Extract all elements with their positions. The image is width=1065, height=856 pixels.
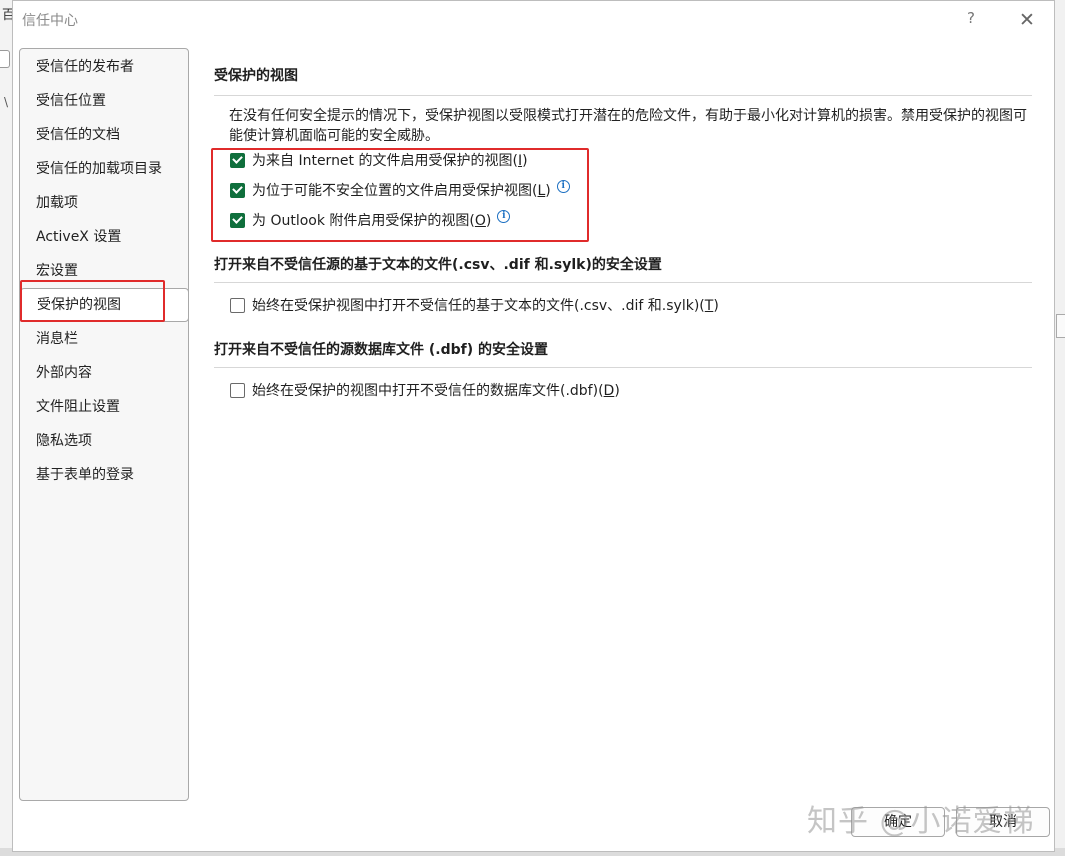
background-dropdown-stub	[0, 50, 10, 68]
sidebar-item-protected-view[interactable]: 受保护的视图	[20, 288, 189, 322]
sidebar: 受信任的发布者 受信任位置 受信任的文档 受信任的加载项目录 加载项 Activ…	[19, 48, 189, 801]
section-title-protected-view: 受保护的视图	[214, 68, 298, 84]
sidebar-item-macro-settings[interactable]: 宏设置	[20, 256, 189, 286]
background-scroll-stub	[1056, 314, 1065, 338]
sidebar-item-trusted-locations[interactable]: 受信任位置	[20, 86, 189, 116]
trust-center-dialog: 信任中心 ? ✕ 受信任的发布者 受信任位置 受信任的文档 受信任的加载项目录 …	[12, 0, 1055, 852]
dialog-title: 信任中心	[22, 13, 78, 29]
sidebar-item-file-block[interactable]: 文件阻止设置	[20, 392, 189, 422]
option-label: 始终在受保护的视图中打开不受信任的数据库文件(.dbf)(D)	[252, 383, 620, 399]
checkbox-outlook-attachments[interactable]	[230, 212, 245, 228]
section-divider	[214, 282, 1032, 283]
option-unsafe-locations[interactable]: 为位于可能不安全位置的文件启用受保护视图(L) i	[230, 179, 570, 201]
sidebar-item-activex[interactable]: ActiveX 设置	[20, 222, 189, 252]
help-button[interactable]: ?	[961, 9, 981, 31]
checkbox-dbf-files[interactable]	[230, 382, 245, 398]
background-app-tick: \	[4, 95, 9, 109]
sidebar-item-form-login[interactable]: 基于表单的登录	[20, 460, 189, 490]
option-dbf-files-protected[interactable]: 始终在受保护的视图中打开不受信任的数据库文件(.dbf)(D)	[230, 379, 620, 401]
checkbox-unsafe-locations[interactable]	[230, 182, 245, 198]
sidebar-item-trusted-addin-catalogs[interactable]: 受信任的加载项目录	[20, 154, 189, 184]
sidebar-item-message-bar[interactable]: 消息栏	[20, 324, 189, 354]
ok-button[interactable]: 确定	[851, 807, 945, 837]
option-internet-files[interactable]: 为来自 Internet 的文件启用受保护的视图(I)	[230, 149, 528, 171]
option-label: 始终在受保护视图中打开不受信任的基于文本的文件(.csv、.dif 和.sylk…	[252, 298, 719, 314]
sidebar-item-trusted-publishers[interactable]: 受信任的发布者	[20, 52, 189, 82]
option-label: 为来自 Internet 的文件启用受保护的视图(I)	[252, 153, 528, 169]
option-label: 为 Outlook 附件启用受保护的视图(O)	[252, 213, 492, 229]
section-title-text-files: 打开来自不受信任源的基于文本的文件(.csv、.dif 和.sylk)的安全设置	[214, 257, 662, 273]
option-text-files-protected[interactable]: 始终在受保护视图中打开不受信任的基于文本的文件(.csv、.dif 和.sylk…	[230, 294, 719, 316]
info-icon[interactable]: i	[497, 209, 511, 223]
protected-view-description: 在没有任何安全提示的情况下，受保护视图以受限模式打开潜在的危险文件，有助于最小化…	[229, 108, 1027, 144]
option-outlook-attachments[interactable]: 为 Outlook 附件启用受保护的视图(O) i	[230, 209, 511, 231]
sidebar-item-privacy[interactable]: 隐私选项	[20, 426, 189, 456]
section-divider	[214, 95, 1032, 96]
sidebar-item-external-content[interactable]: 外部内容	[20, 358, 189, 388]
checkbox-internet-files[interactable]	[230, 152, 245, 168]
option-label: 为位于可能不安全位置的文件启用受保护视图(L)	[252, 183, 551, 199]
close-button[interactable]: ✕	[1014, 9, 1040, 33]
sidebar-item-addins[interactable]: 加载项	[20, 188, 189, 218]
sidebar-item-trusted-documents[interactable]: 受信任的文档	[20, 120, 189, 150]
background-app-edge-right	[1055, 0, 1065, 856]
section-title-dbf-files: 打开来自不受信任的源数据库文件 (.dbf) 的安全设置	[214, 342, 548, 358]
info-icon[interactable]: i	[556, 179, 570, 193]
cancel-button[interactable]: 取消	[956, 807, 1050, 837]
checkbox-text-files[interactable]	[230, 297, 245, 313]
section-divider	[214, 367, 1032, 368]
